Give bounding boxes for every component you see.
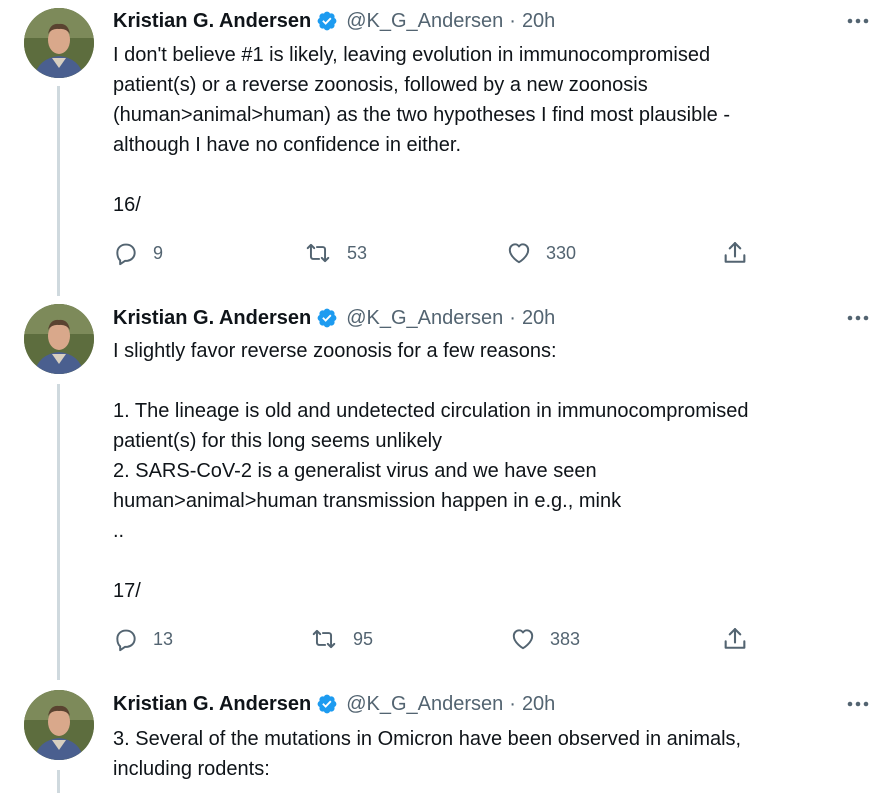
author-handle[interactable]: @K_G_Andersen xyxy=(346,307,503,330)
tweet-header: Kristian G. Andersen @K_G_Andersen · 20h xyxy=(113,689,555,719)
tweet[interactable]: Kristian G. Andersen @K_G_Andersen · 20h… xyxy=(0,0,879,290)
retweet-button[interactable]: 95 xyxy=(309,624,373,654)
retweet-button[interactable]: 53 xyxy=(303,238,367,268)
timestamp[interactable]: 20h xyxy=(522,307,555,330)
author-handle[interactable]: @K_G_Andersen xyxy=(346,693,503,716)
like-button[interactable]: 330 xyxy=(506,238,576,268)
tweet-line: I don't believe #1 is likely, leaving ev… xyxy=(113,44,711,66)
reply-button[interactable]: 9 xyxy=(113,238,163,268)
tweet-line: (human>animal>human) as the two hypothes… xyxy=(113,104,731,126)
retweet-count: 95 xyxy=(353,628,374,649)
tweet-text: I don't believe #1 is likely, leaving ev… xyxy=(113,40,853,220)
tweet-header: Kristian G. Andersen @K_G_Andersen · 20h xyxy=(113,6,555,36)
like-count: 383 xyxy=(550,628,581,649)
tweet[interactable]: Kristian G. Andersen @K_G_Andersen · 20h… xyxy=(0,680,879,793)
timestamp[interactable]: 20h xyxy=(522,10,555,33)
tweet-line: including rodents: xyxy=(113,758,270,780)
like-icon xyxy=(510,626,536,652)
like-count: 330 xyxy=(546,242,577,263)
tweet-line: 16/ xyxy=(113,194,141,216)
retweet-icon xyxy=(309,626,339,652)
verified-badge-icon xyxy=(316,307,338,329)
share-icon xyxy=(721,625,749,653)
tweet-text: I slightly favor reverse zoonosis for a … xyxy=(113,336,853,606)
tweet-line: I slightly favor reverse zoonosis for a … xyxy=(113,340,557,362)
tweet-text: 3. Several of the mutations in Omicron h… xyxy=(113,724,853,784)
tweet-line xyxy=(113,366,853,396)
verified-badge-icon xyxy=(316,10,338,32)
tweet[interactable]: Kristian G. Andersen @K_G_Andersen · 20h… xyxy=(0,290,879,680)
tweet-line: patient(s) or a reverse zoonosis, follow… xyxy=(113,74,648,96)
timestamp[interactable]: 20h xyxy=(522,693,555,716)
separator: · xyxy=(509,692,516,715)
tweet-actions: 13 95 383 xyxy=(113,624,753,654)
avatar[interactable] xyxy=(24,690,94,760)
like-icon xyxy=(506,240,532,266)
reply-icon xyxy=(113,626,139,652)
verified-badge-icon xyxy=(316,693,338,715)
author-name[interactable]: Kristian G. Andersen xyxy=(113,10,311,33)
reply-button[interactable]: 13 xyxy=(113,624,173,654)
tweet-header: Kristian G. Andersen @K_G_Andersen · 20h xyxy=(113,303,555,333)
separator: · xyxy=(509,306,516,329)
separator: · xyxy=(509,9,516,32)
tweet-line: 3. Several of the mutations in Omicron h… xyxy=(113,728,742,750)
tweet-line: .. xyxy=(113,520,125,542)
tweet-line: 17/ xyxy=(113,580,141,602)
tweet-line: patient(s) for this long seems unlikely xyxy=(113,430,443,452)
tweet-line xyxy=(113,160,853,190)
tweet-actions: 9 53 330 xyxy=(113,238,753,268)
reply-count: 13 xyxy=(153,628,174,649)
more-options-icon[interactable] xyxy=(845,694,871,714)
tweet-line: 2. SARS-CoV-2 is a generalist virus and … xyxy=(113,460,597,482)
share-icon xyxy=(721,239,749,267)
share-button[interactable] xyxy=(721,238,749,268)
avatar[interactable] xyxy=(24,304,94,374)
tweet-line: 1. The lineage is old and undetected cir… xyxy=(113,400,749,422)
retweet-count: 53 xyxy=(347,242,368,263)
retweet-icon xyxy=(303,240,333,266)
like-button[interactable]: 383 xyxy=(510,624,580,654)
tweet-line xyxy=(113,546,853,576)
more-options-icon[interactable] xyxy=(845,11,871,31)
tweet-line: human>animal>human transmission happen i… xyxy=(113,490,622,512)
author-handle[interactable]: @K_G_Andersen xyxy=(346,10,503,33)
reply-count: 9 xyxy=(153,242,164,263)
more-options-icon[interactable] xyxy=(845,308,871,328)
share-button[interactable] xyxy=(721,624,749,654)
author-name[interactable]: Kristian G. Andersen xyxy=(113,307,311,330)
author-name[interactable]: Kristian G. Andersen xyxy=(113,693,311,716)
avatar[interactable] xyxy=(24,8,94,78)
reply-icon xyxy=(113,240,139,266)
tweet-line: although I have no confidence in either. xyxy=(113,134,462,156)
